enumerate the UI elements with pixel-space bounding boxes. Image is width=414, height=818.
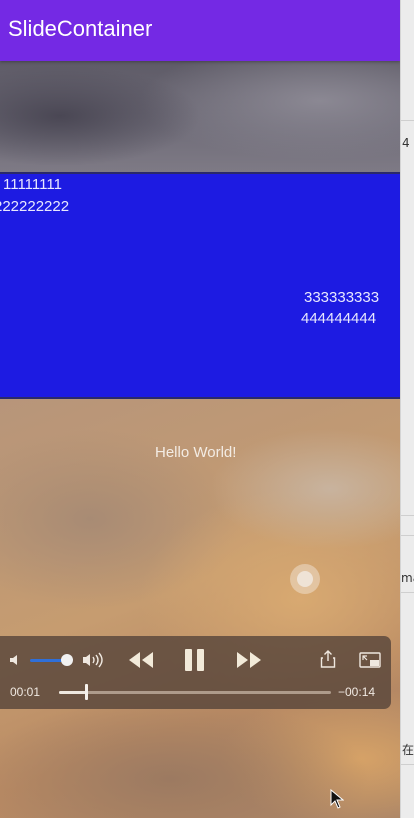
background-text-fragment: 4 (402, 136, 410, 150)
panel-text-line-2: 222222222 (0, 198, 70, 215)
mouse-cursor-icon (330, 788, 345, 814)
volume-slider-knob[interactable] (60, 654, 73, 666)
volume-low-icon[interactable] (9, 653, 23, 667)
video-overlay-text: Hello World! (155, 444, 237, 461)
divider (401, 764, 414, 765)
background-window: 4 ma 在 (400, 0, 414, 818)
progress-handle[interactable] (84, 684, 88, 700)
share-icon[interactable] (320, 650, 336, 668)
progress-fill (59, 691, 87, 694)
background-text-fragment: 在 (402, 743, 414, 757)
progress-bar[interactable] (59, 691, 331, 694)
app-title: SlideContainer (8, 16, 153, 41)
fast-forward-icon[interactable] (236, 650, 262, 670)
current-time: 00:01 (10, 685, 41, 699)
playback-controls: 00:01 −00:14 (0, 636, 391, 709)
divider (401, 592, 414, 593)
picture-in-picture-icon[interactable] (359, 652, 381, 668)
panel-text-line-3: 333333333 (304, 289, 380, 306)
pause-icon[interactable] (184, 648, 206, 672)
app-window: SlideContainer 11111111 222222222 333333… (0, 0, 400, 818)
divider (401, 515, 414, 516)
panel-text-line-4: 444444444 (301, 310, 377, 327)
screen: 4 ma 在 SlideContainer 11111111 222222222… (0, 0, 414, 818)
divider (401, 535, 414, 536)
remaining-time: −00:14 (338, 685, 376, 699)
volume-high-icon[interactable] (82, 651, 104, 669)
panel-text-line-1: 11111111 (3, 176, 62, 193)
divider (401, 120, 414, 121)
image-strip (0, 61, 400, 172)
background-text-fragment: ma (401, 571, 414, 585)
video-player[interactable]: Hello World! 00:01 −00:14 (0, 399, 400, 818)
app-bar: SlideContainer (0, 0, 400, 61)
loading-indicator (290, 564, 320, 594)
rewind-icon[interactable] (128, 650, 154, 670)
blue-panel[interactable]: 11111111 222222222 333333333 444444444 (0, 174, 400, 397)
